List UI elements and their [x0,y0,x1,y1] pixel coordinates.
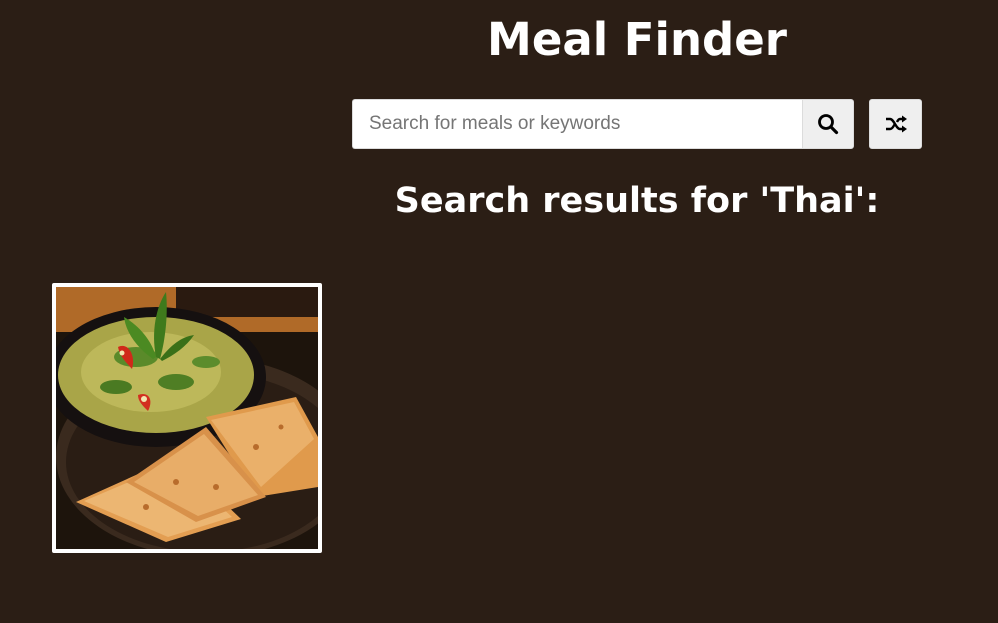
search-icon [817,113,839,135]
meal-card[interactable] [52,283,322,553]
search-button[interactable] [802,99,854,149]
search-input[interactable] [352,99,802,149]
meals-grid [52,283,322,553]
search-form [352,99,854,149]
random-meal-button[interactable] [869,99,922,149]
search-results-heading: Search results for 'Thai': [394,181,880,221]
shuffle-icon [884,114,908,134]
page-title: Meal Finder [487,13,787,66]
meal-image [56,287,318,549]
